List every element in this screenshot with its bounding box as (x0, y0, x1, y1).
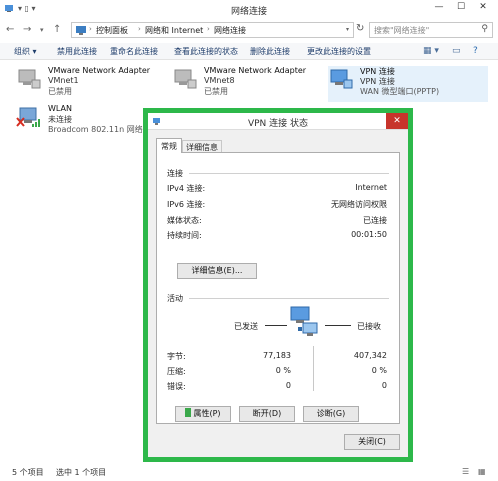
bytes-received-value: 407,342 (353, 351, 387, 360)
rename-connection-button[interactable]: 重命名此连接 (110, 46, 158, 57)
breadcrumb-network-internet[interactable]: 网络和 Internet (145, 25, 203, 36)
close-button[interactable]: 关闭(C) (344, 434, 400, 450)
tab-general[interactable]: 常规 (156, 138, 182, 153)
adapter-name: WLAN (48, 104, 73, 113)
breadcrumb-separator: › (207, 25, 210, 33)
compression-received-value: 0 % (371, 366, 387, 375)
breadcrumb-separator: › (138, 25, 141, 33)
disconnect-button[interactable]: 断开(D) (239, 406, 295, 422)
search-input[interactable]: 搜索"网络连接" ⚲ (369, 22, 493, 38)
media-state-label: 媒体状态: (167, 216, 202, 225)
adapter-name: VMware Network Adapter (48, 66, 151, 75)
item-count: 5 个项目 (12, 468, 44, 477)
vpn-status-dialog: VPN 连接 状态 ✕ 常规 详细信息 连接 IPv4 连接: Internet… (143, 108, 413, 462)
duration-value: 00:01:50 (351, 230, 387, 239)
selected-count: 选中 1 个项目 (56, 468, 107, 477)
properties-button-label: 属性(P) (193, 409, 221, 418)
wlan-disconnected-icon (16, 107, 40, 127)
ipv6-label: IPv6 连接: (167, 200, 206, 209)
ipv6-value: 无网络访问权限 (331, 200, 387, 209)
compression-sent-value: 0 % (275, 366, 291, 375)
activity-divider (313, 346, 314, 391)
help-icon[interactable]: ? (473, 46, 478, 56)
diagnose-button[interactable]: 诊断(G) (303, 406, 359, 422)
disabled-adapter-icon (18, 69, 41, 89)
general-panel: 连接 IPv4 连接: Internet IPv6 连接: 无网络访问权限 媒体… (156, 152, 400, 424)
forward-arrow-icon[interactable]: → (23, 24, 31, 35)
compression-label: 压缩: (167, 367, 186, 376)
window-title: 网络连接 (230, 7, 267, 17)
address-bar-row: ← → ▾ ↑ › 控制面板 › 网络和 Internet › 网络连接 ▾ ↻… (0, 19, 498, 41)
bytes-label: 字节: (167, 352, 186, 361)
activity-group-label: 活动 (167, 294, 183, 303)
adapter-status: 已禁用 (204, 87, 228, 96)
adapter-subname: VMnet1 (48, 76, 79, 85)
ipv4-value: Internet (355, 183, 387, 192)
adapter-name: VMware Network Adapter (204, 66, 307, 75)
properties-button[interactable]: 属性(P) (175, 406, 231, 422)
status-bar: 5 个项目 选中 1 个项目 ☰ ▦ (0, 463, 498, 481)
control-panel-icon (76, 26, 86, 35)
large-icons-view-icon[interactable]: ▦ (478, 467, 486, 476)
bytes-sent-value: 77,183 (263, 351, 291, 360)
details-view-icon[interactable]: ☰ (462, 467, 469, 476)
errors-received-value: 0 (381, 381, 387, 390)
view-status-button[interactable]: 查看此连接的状态 (174, 46, 238, 57)
received-line (325, 325, 351, 326)
organize-menu[interactable]: 组织 ▾ (14, 46, 37, 57)
address-dropdown-icon[interactable]: ▾ (346, 26, 349, 33)
sent-label: 已发送 (234, 322, 258, 331)
connection-group-label: 连接 (167, 169, 183, 178)
adapter-vpn[interactable]: VPN 连接 VPN 连接 WAN 微型端口(PPTP) (328, 66, 488, 102)
dialog-title: VPN 连接 状态 (247, 119, 309, 129)
view-options-icon[interactable]: ▦ ▾ (423, 46, 439, 56)
network-activity-icon (290, 306, 318, 336)
change-settings-button[interactable]: 更改此连接的设置 (307, 46, 371, 57)
close-window-button[interactable]: ✕ (472, 0, 494, 14)
minimize-button[interactable]: — (428, 0, 450, 14)
media-state-value: 已连接 (363, 216, 387, 225)
dialog-titlebar: VPN 连接 状态 ✕ (148, 113, 408, 130)
search-icon[interactable]: ⚲ (481, 24, 488, 34)
up-arrow-icon[interactable]: ↑ (53, 24, 61, 35)
adapter-subname: VMnet8 (204, 76, 235, 85)
received-label: 已接收 (357, 322, 381, 331)
duration-label: 持续时间: (167, 231, 202, 240)
vpn-adapter-icon (330, 69, 353, 89)
disabled-adapter-icon (174, 69, 197, 89)
adapter-status: 已禁用 (48, 87, 72, 96)
window-titlebar: ▾ ▯ ▾ 网络连接 — ☐ ✕ (0, 0, 498, 17)
errors-sent-value: 0 (285, 381, 291, 390)
breadcrumb-network-connections[interactable]: 网络连接 (214, 25, 246, 36)
preview-pane-icon[interactable]: ▭ (452, 46, 461, 56)
back-arrow-icon[interactable]: ← (6, 24, 14, 35)
adapter-vmnet1[interactable]: VMware Network Adapter VMnet1 已禁用 (16, 66, 166, 102)
dialog-close-button[interactable]: ✕ (386, 113, 408, 129)
ipv4-label: IPv4 连接: (167, 184, 206, 193)
adapter-status: WAN 微型端口(PPTP) (360, 87, 440, 96)
breadcrumb-control-panel[interactable]: 控制面板 (96, 25, 128, 36)
group-divider (189, 173, 389, 174)
command-toolbar: 组织 ▾ 禁用此连接 重命名此连接 查看此连接的状态 删除此连接 更改此连接的设… (0, 43, 498, 60)
shield-icon (185, 408, 192, 417)
maximize-button[interactable]: ☐ (450, 0, 472, 14)
group-divider (189, 298, 389, 299)
details-button[interactable]: 详细信息(E)... (177, 263, 257, 279)
delete-connection-button[interactable]: 删除此连接 (250, 46, 290, 57)
refresh-icon[interactable]: ↻ (356, 23, 368, 37)
address-field[interactable]: › 控制面板 › 网络和 Internet › 网络连接 ▾ (71, 22, 354, 38)
search-placeholder: 搜索"网络连接" (374, 26, 430, 35)
disable-connection-button[interactable]: 禁用此连接 (57, 46, 97, 57)
breadcrumb-separator: › (89, 25, 92, 33)
sent-line (265, 325, 287, 326)
adapter-wlan[interactable]: WLAN 未连接 Broadcom 802.11n 网络适配 (16, 104, 159, 140)
recent-dropdown-icon[interactable]: ▾ (40, 26, 44, 34)
errors-label: 错误: (167, 382, 186, 391)
adapter-vmnet8[interactable]: VMware Network Adapter VMnet8 已禁用 (172, 66, 322, 102)
